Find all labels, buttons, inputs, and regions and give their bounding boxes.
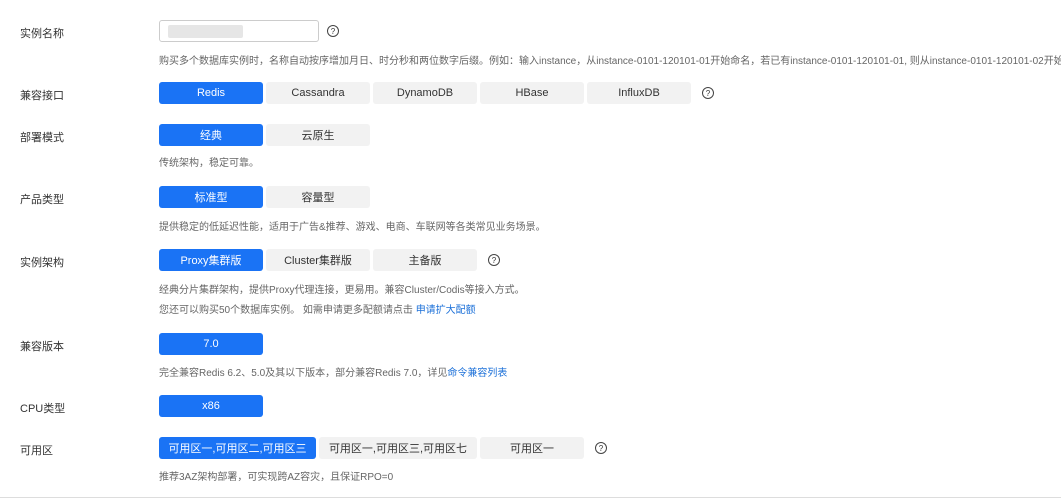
option-influxdb[interactable]: InfluxDB [587, 82, 691, 104]
option-cassandra[interactable]: Cassandra [266, 82, 370, 104]
divider [0, 497, 1061, 498]
option-cluster[interactable]: Cluster集群版 [266, 249, 370, 271]
name-desc: 购买多个数据库实例时，名称自动按序增加月日、时分秒和两位数字后缀。例如：输入in… [159, 56, 1061, 67]
name-label: 实例名称 [20, 28, 64, 40]
help-icon[interactable]: ? [488, 254, 500, 266]
quota-text: 您还可以购买50个数据库实例。 如需申请更多配额请点击 申请扩大配额 [159, 305, 476, 316]
option-7-0[interactable]: 7.0 [159, 333, 263, 355]
deploy-label: 部署模式 [20, 132, 64, 144]
version-label: 兼容版本 [20, 341, 64, 353]
quota-link[interactable]: 申请扩大配额 [416, 305, 476, 316]
option-zone-1-3-7[interactable]: 可用区一,可用区三,可用区七 [319, 437, 477, 459]
blurred-value [168, 25, 243, 38]
deploy-desc: 传统架构，稳定可靠。 [159, 158, 259, 169]
option-redis[interactable]: Redis [159, 82, 263, 104]
option-proxy-cluster[interactable]: Proxy集群版 [159, 249, 263, 271]
interface-label: 兼容接口 [20, 90, 64, 102]
help-icon[interactable]: ? [327, 25, 339, 37]
help-icon[interactable]: ? [702, 87, 714, 99]
option-cloud-native[interactable]: 云原生 [266, 124, 370, 146]
option-zone-1[interactable]: 可用区一 [480, 437, 584, 459]
interface-options: Redis Cassandra DynamoDB HBase InfluxDB … [159, 82, 714, 104]
option-standard[interactable]: 标准型 [159, 186, 263, 208]
product-desc: 提供稳定的低延迟性能，适用于广告&推荐、游戏、电商、车联网等各类常见业务场景。 [159, 222, 546, 233]
option-hbase[interactable]: HBase [480, 82, 584, 104]
option-capacity[interactable]: 容量型 [266, 186, 370, 208]
option-classic[interactable]: 经典 [159, 124, 263, 146]
zone-label: 可用区 [20, 445, 53, 457]
zone-desc: 推荐3AZ架构部署，可实现跨AZ容灾，且保证RPO=0 [159, 472, 394, 483]
arch-desc: 经典分片集群架构，提供Proxy代理连接，更易用。兼容Cluster/Codis… [159, 285, 525, 296]
option-dynamodb[interactable]: DynamoDB [373, 82, 477, 104]
cpu-label: CPU类型 [20, 403, 66, 415]
option-master-slave[interactable]: 主备版 [373, 249, 477, 271]
arch-label: 实例架构 [20, 257, 64, 269]
compat-list-link[interactable]: 命令兼容列表 [447, 368, 507, 379]
instance-name-input[interactable] [159, 20, 319, 42]
option-zone-1-2-3[interactable]: 可用区一,可用区二,可用区三 [159, 437, 316, 459]
product-label: 产品类型 [20, 194, 64, 206]
option-x86[interactable]: x86 [159, 395, 263, 417]
help-icon[interactable]: ? [595, 442, 607, 454]
version-desc: 完全兼容Redis 6.2、5.0及其以下版本，部分兼容Redis 7.0，详见… [159, 368, 508, 379]
